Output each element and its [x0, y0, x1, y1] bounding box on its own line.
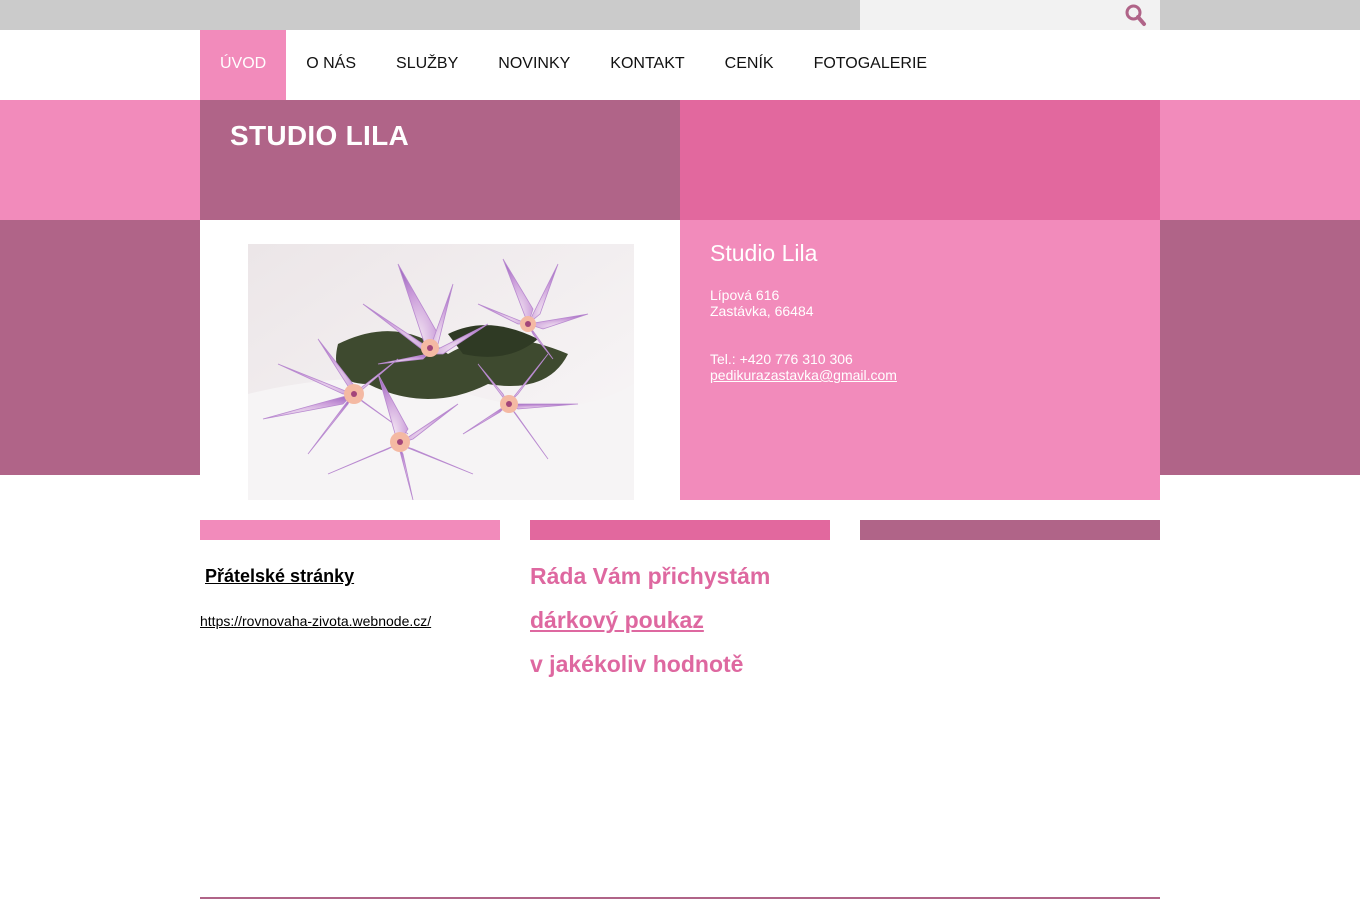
nav-item-o-nas[interactable]: O NÁS	[286, 30, 376, 100]
contact-street: Lípová 616	[710, 287, 780, 303]
contact-phone: Tel.: +420 776 310 306	[710, 351, 853, 367]
column-bar-left	[200, 520, 500, 540]
nav-item-uvod[interactable]: ÚVOD	[200, 30, 287, 100]
column-bar-middle	[530, 520, 830, 540]
nav-item-cenik[interactable]: CENÍK	[705, 30, 794, 100]
lotus-flowers-photo	[248, 244, 634, 501]
header-band-right	[1160, 100, 1360, 220]
nav-item-kontakt[interactable]: KONTAKT	[590, 30, 704, 100]
main-navigation: ÚVOD O NÁS SLUŽBY NOVINKY KONTAKT CENÍK …	[200, 30, 947, 100]
promo-line-3: v jakékoliv hodnotě	[530, 651, 744, 677]
footer-divider	[200, 897, 1160, 899]
contact-name: Studio Lila	[710, 240, 818, 266]
contact-panel: Studio Lila Lípová 616 Zastávka, 66484 T…	[680, 220, 1160, 500]
nav-item-sluzby[interactable]: SLUŽBY	[376, 30, 478, 100]
header-block-right	[680, 100, 1160, 220]
search-icon[interactable]	[1124, 3, 1148, 27]
side-band-right	[1160, 220, 1360, 475]
header-band-left	[0, 100, 200, 220]
friends-heading[interactable]: Přátelské stránky	[205, 566, 354, 587]
search-input[interactable]	[860, 0, 1120, 30]
friends-link[interactable]: https://rovnovaha-zivota.webnode.cz/	[200, 613, 431, 629]
gift-voucher-link[interactable]: dárkový poukaz	[530, 607, 704, 634]
nav-item-novinky[interactable]: NOVINKY	[478, 30, 590, 100]
column-bar-right	[860, 520, 1160, 540]
contact-details: Lípová 616 Zastávka, 66484 Tel.: +420 77…	[710, 287, 897, 383]
contact-email-link[interactable]: pedikurazastavka@gmail.com	[710, 367, 897, 383]
header-title-block	[200, 100, 680, 220]
side-band-left	[0, 220, 200, 475]
nav-item-fotogalerie[interactable]: FOTOGALERIE	[794, 30, 948, 100]
site-title: STUDIO LILA	[230, 120, 410, 151]
photo-frame	[200, 220, 680, 501]
promo-line-1: Ráda Vám přichystám	[530, 563, 771, 589]
contact-city: Zastávka, 66484	[710, 303, 814, 319]
search-box	[860, 0, 1160, 30]
